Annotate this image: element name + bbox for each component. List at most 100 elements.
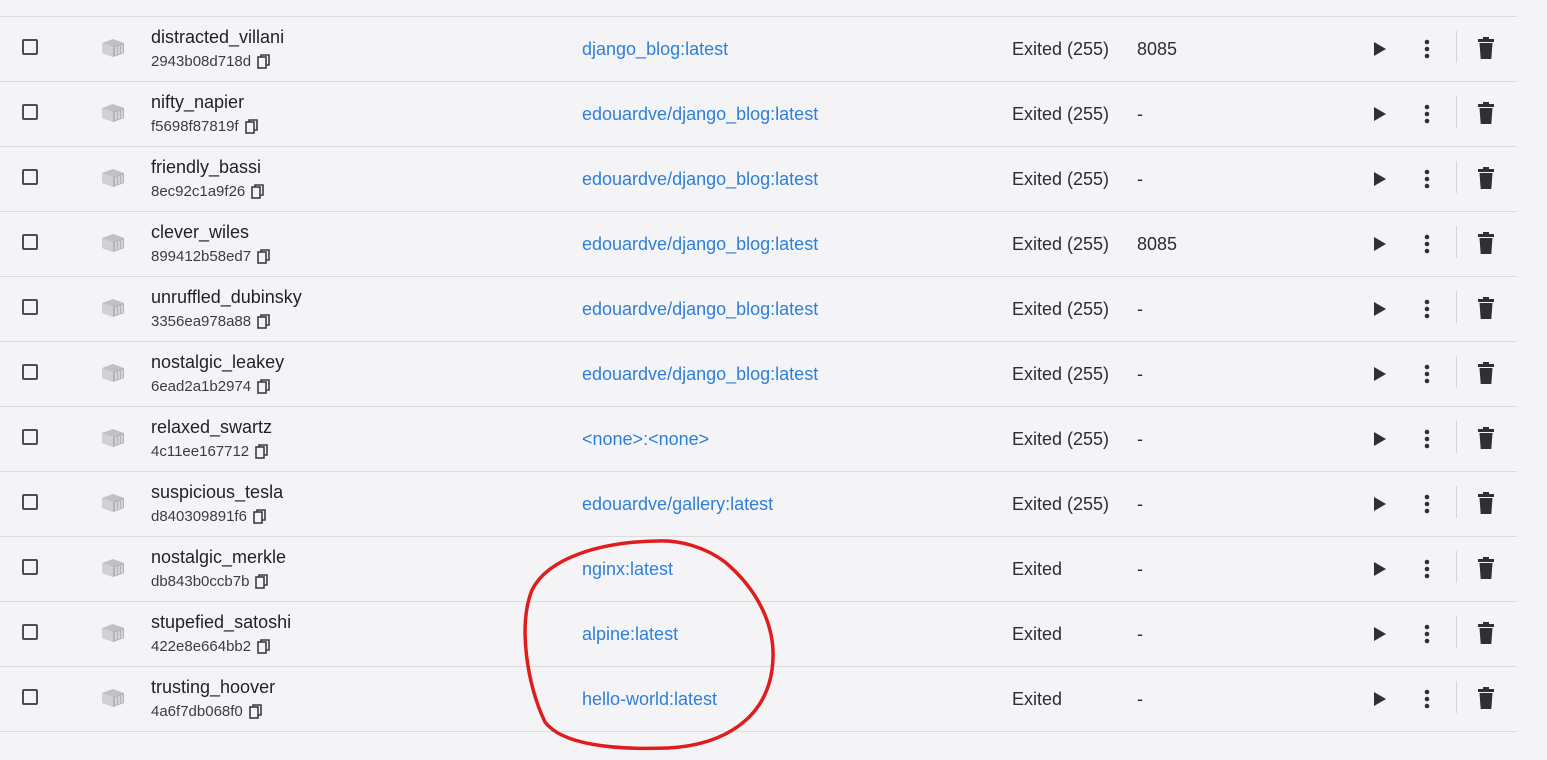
row-select-checkbox[interactable] xyxy=(22,494,38,510)
image-link[interactable]: edouardve/django_blog:latest xyxy=(582,299,818,320)
more-vertical-icon[interactable] xyxy=(1418,232,1436,256)
container-name[interactable]: relaxed_swartz xyxy=(151,417,272,438)
copy-icon[interactable] xyxy=(255,443,269,460)
row-select-checkbox[interactable] xyxy=(22,299,38,315)
copy-icon[interactable] xyxy=(255,573,269,590)
container-name[interactable]: nifty_napier xyxy=(151,92,244,113)
more-vertical-icon[interactable] xyxy=(1418,557,1436,581)
copy-icon[interactable] xyxy=(257,313,271,330)
container-row[interactable]: nostalgic_leakey 6ead2a1b2974 edouardve/dj… xyxy=(0,342,1517,407)
container-name[interactable]: friendly_bassi xyxy=(151,157,261,178)
container-id-text: 4c11ee167712 xyxy=(151,443,250,460)
play-icon[interactable] xyxy=(1369,232,1391,256)
trash-icon[interactable] xyxy=(1476,231,1496,257)
copy-icon[interactable] xyxy=(251,183,265,200)
row-select-checkbox[interactable] xyxy=(22,169,38,185)
container-name[interactable]: unruffled_dubinsky xyxy=(151,287,302,308)
image-link[interactable]: django_blog:latest xyxy=(582,39,728,60)
copy-icon[interactable] xyxy=(257,378,271,395)
copy-icon[interactable] xyxy=(257,53,271,70)
container-name[interactable]: distracted_villani xyxy=(151,27,284,48)
image-link[interactable]: <none>:<none> xyxy=(582,429,709,450)
trash-icon[interactable] xyxy=(1476,36,1496,62)
more-vertical-icon[interactable] xyxy=(1418,167,1436,191)
container-name[interactable]: suspicious_tesla xyxy=(151,482,283,503)
container-name[interactable]: clever_wiles xyxy=(151,222,249,243)
copy-icon[interactable] xyxy=(248,703,263,720)
play-icon[interactable] xyxy=(1369,37,1391,61)
container-row[interactable]: unruffled_dubinsky 3356ea978a88 edouardve/… xyxy=(0,277,1517,342)
image-link[interactable]: edouardve/django_blog:latest xyxy=(582,104,818,125)
container-name[interactable]: nostalgic_merkle xyxy=(151,547,286,568)
container-row[interactable]: distracted_villani 2943b08d718d django_blo… xyxy=(0,17,1517,82)
container-row[interactable]: clever_wiles 899412b58ed7 edouardve/django… xyxy=(0,212,1517,277)
play-icon[interactable] xyxy=(1369,362,1391,386)
more-vertical-icon[interactable] xyxy=(1418,297,1436,321)
play-icon[interactable] xyxy=(1369,427,1391,451)
container-id-text: db843b0ccb7b xyxy=(151,573,250,590)
container-name[interactable]: stupefied_satoshi xyxy=(151,612,291,633)
containers-view: distracted_villani 2943b08d718d django_blo… xyxy=(0,0,1547,760)
row-select-checkbox[interactable] xyxy=(22,559,38,575)
image-link[interactable]: nginx:latest xyxy=(582,559,673,580)
play-icon[interactable] xyxy=(1369,297,1391,321)
container-name[interactable]: nostalgic_leakey xyxy=(151,352,284,373)
row-select-checkbox[interactable] xyxy=(22,234,38,250)
trash-icon[interactable] xyxy=(1476,621,1496,647)
image-link[interactable]: edouardve/django_blog:latest xyxy=(582,169,818,190)
image-link[interactable]: alpine:latest xyxy=(582,624,678,645)
container-row[interactable]: suspicious_tesla d840309891f6 edouardve/ga… xyxy=(0,472,1517,537)
image-link[interactable]: edouardve/gallery:latest xyxy=(582,494,773,515)
trash-icon[interactable] xyxy=(1476,426,1496,452)
container-id: f5698f87819f xyxy=(151,118,259,135)
container-row[interactable]: nifty_napier f5698f87819f edouardve/django… xyxy=(0,82,1517,147)
more-vertical-icon[interactable] xyxy=(1418,687,1436,711)
port-text: - xyxy=(1137,689,1143,709)
row-select-checkbox[interactable] xyxy=(22,104,38,120)
trash-icon[interactable] xyxy=(1476,491,1496,517)
more-vertical-icon[interactable] xyxy=(1418,427,1436,451)
row-select-checkbox[interactable] xyxy=(22,429,38,445)
trash-icon[interactable] xyxy=(1476,296,1496,322)
status-text: Exited (255) xyxy=(1012,364,1110,384)
copy-icon[interactable] xyxy=(257,248,271,265)
container-name[interactable]: trusting_hoover xyxy=(151,677,275,698)
trash-icon[interactable] xyxy=(1476,361,1496,387)
play-icon[interactable] xyxy=(1369,492,1391,516)
image-link[interactable]: edouardve/django_blog:latest xyxy=(582,364,818,385)
play-icon[interactable] xyxy=(1369,102,1391,126)
container-icon xyxy=(99,231,127,255)
container-id: db843b0ccb7b xyxy=(151,573,269,590)
container-row[interactable]: trusting_hoover 4a6f7db068f0 hello-world:l… xyxy=(0,667,1517,732)
play-icon[interactable] xyxy=(1369,622,1391,646)
trash-icon[interactable] xyxy=(1476,166,1496,192)
image-link[interactable]: edouardve/django_blog:latest xyxy=(582,234,818,255)
trash-icon[interactable] xyxy=(1476,686,1496,712)
container-row[interactable]: stupefied_satoshi 422e8e664bb2 alpine:late… xyxy=(0,602,1517,667)
container-row[interactable]: relaxed_swartz 4c11ee167712 <none>:<none> E… xyxy=(0,407,1517,472)
row-select-checkbox[interactable] xyxy=(22,689,38,705)
more-vertical-icon[interactable] xyxy=(1418,622,1436,646)
play-icon[interactable] xyxy=(1369,557,1391,581)
port-text: - xyxy=(1137,624,1143,644)
container-id-text: 8ec92c1a9f26 xyxy=(151,183,246,200)
more-vertical-icon[interactable] xyxy=(1418,492,1436,516)
row-select-checkbox[interactable] xyxy=(22,364,38,380)
row-select-checkbox[interactable] xyxy=(22,39,38,55)
container-row[interactable]: nostalgic_merkle db843b0ccb7b nginx:latest… xyxy=(0,537,1517,602)
row-select-checkbox[interactable] xyxy=(22,624,38,640)
copy-icon[interactable] xyxy=(244,118,259,135)
trash-icon[interactable] xyxy=(1476,556,1496,582)
more-vertical-icon[interactable] xyxy=(1418,37,1436,61)
container-row[interactable]: friendly_bassi 8ec92c1a9f26 edouardve/djan… xyxy=(0,147,1517,212)
container-icon xyxy=(99,556,127,580)
trash-icon[interactable] xyxy=(1476,101,1496,127)
more-vertical-icon[interactable] xyxy=(1418,102,1436,126)
play-icon[interactable] xyxy=(1369,687,1391,711)
copy-icon[interactable] xyxy=(257,638,271,655)
port-text: 8085 xyxy=(1137,39,1178,59)
image-link[interactable]: hello-world:latest xyxy=(582,689,717,710)
play-icon[interactable] xyxy=(1369,167,1391,191)
more-vertical-icon[interactable] xyxy=(1418,362,1436,386)
copy-icon[interactable] xyxy=(253,508,267,525)
